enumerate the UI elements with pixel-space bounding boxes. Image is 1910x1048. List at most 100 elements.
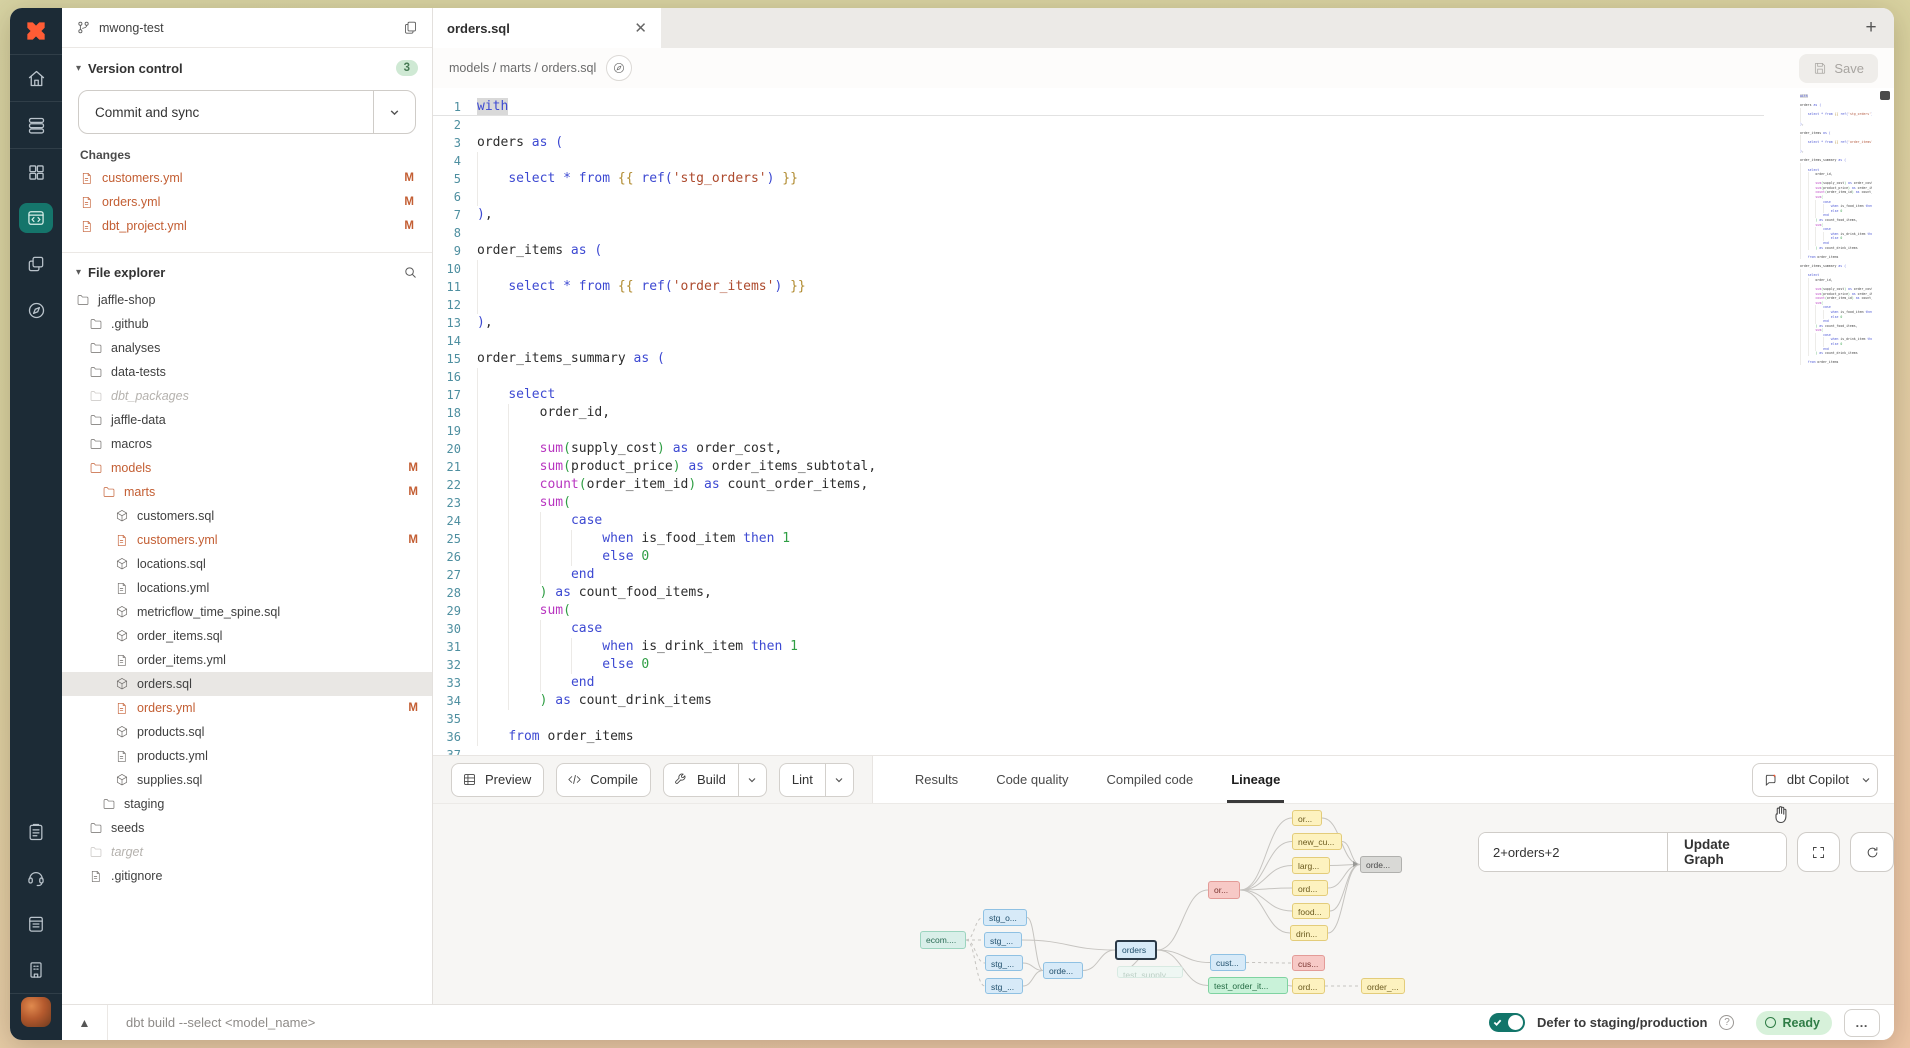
lineage-node-orders[interactable]: orders	[1115, 940, 1157, 960]
code-line-30[interactable]: 30 case	[433, 620, 1764, 638]
file-explorer-header[interactable]: ▾ File explorer	[62, 253, 432, 288]
tree-item-customers.sql[interactable]: customers.sql	[62, 504, 432, 528]
code-line-25[interactable]: 25 when is_food_item then 1	[433, 530, 1764, 548]
tree-item-models[interactable]: modelsM	[62, 456, 432, 480]
code-line-7[interactable]: 7),	[433, 206, 1764, 224]
tree-item-supplies.sql[interactable]: supplies.sql	[62, 768, 432, 792]
changed-file-dbt_project.yml[interactable]: dbt_project.ymlM	[62, 214, 432, 238]
lineage-node-drin[interactable]: drin...	[1290, 925, 1328, 941]
tree-item-macros[interactable]: macros	[62, 432, 432, 456]
lineage-node-test_supply[interactable]: test_supply...	[1117, 966, 1183, 978]
lineage-node-cus[interactable]: cus...	[1292, 955, 1325, 971]
lineage-node-or[interactable]: or...	[1292, 810, 1322, 826]
tree-item-analyses[interactable]: analyses	[62, 336, 432, 360]
tree-item-order_items.sql[interactable]: order_items.sql	[62, 624, 432, 648]
copy-pages-icon[interactable]	[403, 20, 418, 35]
tab-code-quality[interactable]: Code quality	[996, 756, 1068, 803]
tab-orders-sql[interactable]: orders.sql ✕	[433, 8, 661, 48]
compile-button[interactable]: Compile	[556, 763, 651, 797]
save-button[interactable]: Save	[1799, 54, 1878, 83]
code-line-18[interactable]: 18 order_id,	[433, 404, 1764, 422]
code-line-28[interactable]: 28 ) as count_food_items,	[433, 584, 1764, 602]
lineage-selector-input[interactable]	[1479, 833, 1667, 871]
refresh-button[interactable]	[1850, 832, 1894, 872]
support-headset-icon[interactable]	[10, 855, 62, 901]
tree-item-jaffle-shop[interactable]: jaffle-shop	[62, 288, 432, 312]
preview-button[interactable]: Preview	[451, 763, 544, 797]
tree-item-jaffle-data[interactable]: jaffle-data	[62, 408, 432, 432]
code-line-14[interactable]: 14	[433, 332, 1764, 350]
code-line-24[interactable]: 24 case	[433, 512, 1764, 530]
defer-toggle[interactable]	[1489, 1013, 1525, 1032]
organization-icon[interactable]	[10, 947, 62, 993]
lineage-panel[interactable]: ecom....stg_o...stg_...stg_...stg_...ord…	[433, 803, 1894, 1004]
code-line-17[interactable]: 17 select	[433, 386, 1764, 404]
code-line-32[interactable]: 32 else 0	[433, 656, 1764, 674]
code-line-15[interactable]: 15order_items_summary as (	[433, 350, 1764, 368]
code-line-26[interactable]: 26 else 0	[433, 548, 1764, 566]
code-lines[interactable]: 1with23orders as (4 5 select * from {{ r…	[433, 98, 1764, 755]
lineage-node-ecom[interactable]: ecom....	[920, 931, 966, 949]
lint-options-caret[interactable]	[825, 764, 853, 796]
version-control-header[interactable]: ▾ Version control 3	[62, 48, 432, 84]
code-line-37[interactable]: 37	[433, 746, 1764, 755]
lineage-node-test_order_it[interactable]: test_order_it...	[1208, 977, 1288, 994]
minimap[interactable]: withorders as ( select * from {{ ref('st…	[1794, 94, 1872, 755]
lineage-node-larg[interactable]: larg...	[1292, 857, 1330, 874]
lineage-node-orde[interactable]: orde...	[1043, 962, 1083, 979]
code-line-21[interactable]: 21 sum(product_price) as order_items_sub…	[433, 458, 1764, 476]
tree-item-.gitignore[interactable]: .gitignore	[62, 864, 432, 888]
code-line-8[interactable]: 8	[433, 224, 1764, 242]
code-line-22[interactable]: 22 count(order_item_id) as count_order_i…	[433, 476, 1764, 494]
tree-item-staging[interactable]: staging	[62, 792, 432, 816]
lineage-node-stg_o[interactable]: stg_o...	[983, 909, 1027, 926]
commit-options-caret[interactable]	[373, 91, 415, 133]
search-icon[interactable]	[403, 265, 418, 280]
environments-icon[interactable]	[10, 102, 62, 148]
changed-file-orders.yml[interactable]: orders.ymlM	[62, 190, 432, 214]
fullscreen-button[interactable]	[1797, 832, 1841, 872]
branch-selector[interactable]: mwong-test	[62, 8, 432, 48]
code-line-20[interactable]: 20 sum(supply_cost) as order_cost,	[433, 440, 1764, 458]
code-line-33[interactable]: 33 end	[433, 674, 1764, 692]
tree-item-seeds[interactable]: seeds	[62, 816, 432, 840]
projects-icon[interactable]	[10, 241, 62, 287]
code-line-23[interactable]: 23 sum(	[433, 494, 1764, 512]
lineage-node-or[interactable]: or...	[1208, 881, 1240, 899]
jobs-clipboard-icon[interactable]	[10, 809, 62, 855]
apps-grid-icon[interactable]	[10, 149, 62, 195]
tab-results[interactable]: Results	[915, 756, 958, 803]
lineage-node-ord[interactable]: ord...	[1292, 978, 1325, 994]
tree-item-locations.sql[interactable]: locations.sql	[62, 552, 432, 576]
view-lineage-button[interactable]	[606, 55, 632, 81]
close-icon[interactable]: ✕	[634, 19, 647, 37]
tree-item-products.yml[interactable]: products.yml	[62, 744, 432, 768]
lineage-node-ord[interactable]: ord...	[1292, 880, 1328, 896]
command-input[interactable]: dbt build --select <model_name>	[126, 1015, 315, 1030]
changed-file-customers.yml[interactable]: customers.ymlM	[62, 166, 432, 190]
code-line-13[interactable]: 13),	[433, 314, 1764, 332]
dbt-logo-icon[interactable]	[10, 8, 62, 54]
explore-orbit-icon[interactable]	[10, 287, 62, 333]
code-line-31[interactable]: 31 when is_drink_item then 1	[433, 638, 1764, 656]
code-line-36[interactable]: 36 from order_items	[433, 728, 1764, 746]
lineage-node-new_cu[interactable]: new_cu...	[1292, 833, 1342, 850]
tree-item-metricflow_time_spine.sql[interactable]: metricflow_time_spine.sql	[62, 600, 432, 624]
new-tab-button[interactable]: +	[1848, 8, 1894, 48]
develop-ide-icon[interactable]	[10, 195, 62, 241]
dbt-copilot-button[interactable]: dbt Copilot	[1752, 763, 1878, 797]
code-line-1[interactable]: 1with	[433, 98, 1764, 116]
expand-command-bar-button[interactable]: ▲	[62, 1005, 108, 1040]
tree-item-locations.yml[interactable]: locations.yml	[62, 576, 432, 600]
tree-item-customers.yml[interactable]: customers.ymlM	[62, 528, 432, 552]
code-line-5[interactable]: 5 select * from {{ ref('stg_orders') }}	[433, 170, 1764, 188]
code-line-3[interactable]: 3orders as (	[433, 134, 1764, 152]
build-options-caret[interactable]	[738, 764, 766, 796]
lint-button[interactable]: Lint	[779, 763, 854, 797]
code-line-16[interactable]: 16	[433, 368, 1764, 386]
code-line-34[interactable]: 34 ) as count_drink_items	[433, 692, 1764, 710]
scrollbar-thumb[interactable]	[1880, 91, 1890, 100]
lineage-node-order_[interactable]: order_...	[1361, 978, 1405, 994]
code-line-4[interactable]: 4	[433, 152, 1764, 170]
commit-and-sync-button[interactable]: Commit and sync	[78, 90, 416, 134]
